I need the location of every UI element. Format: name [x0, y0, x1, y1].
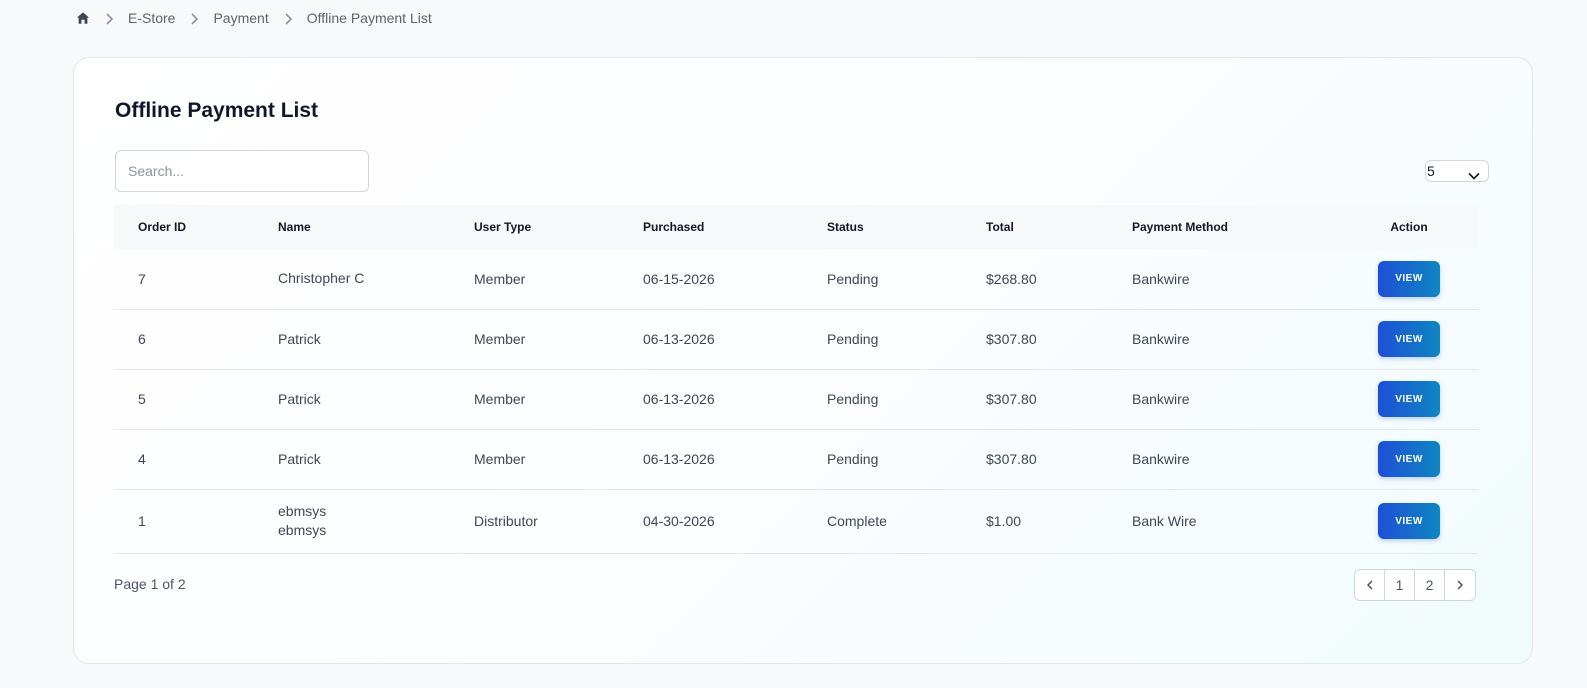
cell-name-line: Patrick: [278, 390, 321, 407]
chevron-left-icon: [1366, 580, 1373, 590]
table-row: 7 Christopher C Member 06-15-2026 Pendin…: [114, 249, 1478, 309]
cell-payment-method: Bankwire: [1132, 391, 1190, 407]
next-page-button[interactable]: [1445, 570, 1475, 600]
chevron-right-icon: [1457, 580, 1464, 590]
header-purchased[interactable]: Purchased: [643, 205, 827, 249]
cell-user-type: Member: [474, 391, 526, 407]
cell-user-type: Member: [474, 270, 526, 287]
page-title: Offline Payment List: [115, 99, 319, 122]
cell-action: VIEW: [1340, 369, 1478, 429]
cell-payment-method: Bankwire: [1132, 331, 1190, 347]
cell-name-line: ebmsys: [278, 522, 327, 538]
cell-name: Christopher C: [278, 249, 474, 309]
cell-name: Patrick: [278, 309, 474, 369]
cell-payment-method: Bank Wire: [1132, 513, 1197, 529]
page-button-2[interactable]: 2: [1415, 570, 1445, 600]
per-page-select[interactable]: 5: [1425, 160, 1489, 182]
payment-list-card: Offline Payment List 5 Order ID Name Use…: [73, 57, 1533, 664]
table-row: 1 ebmsys ebmsys Distributor 04-30-2026 C…: [114, 489, 1478, 553]
cell-order-id: 1: [138, 513, 146, 529]
cell-order-id: 7: [138, 270, 146, 287]
cell-name-line: Christopher C: [278, 270, 365, 287]
breadcrumb-item-estore[interactable]: E-Store: [128, 10, 175, 26]
table-row: 4 Patrick Member 06-13-2026 Pending $307…: [114, 429, 1478, 489]
cell-name: Patrick: [278, 429, 474, 489]
header-status[interactable]: Status: [827, 205, 986, 249]
cell-total: $268.80: [986, 270, 1037, 287]
pagination-info: Page 1 of 2: [114, 576, 186, 592]
cell-purchased: 04-30-2026: [643, 513, 715, 529]
cell-order-id: 5: [138, 391, 146, 407]
per-page-value: 5: [1427, 163, 1435, 179]
prev-page-button[interactable]: [1355, 570, 1385, 600]
cell-total: $1.00: [986, 513, 1022, 529]
cell-status: Pending: [827, 391, 879, 407]
breadcrumb-item-payment[interactable]: Payment: [213, 10, 268, 26]
chevron-right-icon: [104, 12, 114, 25]
cell-purchased: 06-13-2026: [643, 451, 715, 467]
cell-action: VIEW: [1340, 249, 1478, 309]
cell-status: Complete: [827, 513, 887, 529]
cell-total: $307.80: [986, 451, 1037, 467]
header-user-type[interactable]: User Type: [474, 205, 643, 249]
cell-action: VIEW: [1340, 489, 1478, 553]
header-action: Action: [1390, 220, 1428, 234]
view-button[interactable]: VIEW: [1378, 381, 1440, 417]
table-header-row: Order ID Name User Type Purchased Status…: [114, 205, 1478, 249]
cell-name-line: Patrick: [278, 450, 321, 467]
view-button[interactable]: VIEW: [1378, 441, 1440, 477]
chevron-right-icon: [189, 12, 199, 25]
header-total[interactable]: Total: [986, 205, 1132, 249]
cell-payment-method: Bankwire: [1132, 451, 1190, 467]
cell-user-type: Member: [474, 451, 526, 467]
cell-status: Pending: [827, 331, 879, 347]
view-button[interactable]: VIEW: [1378, 503, 1440, 539]
cell-user-type: Member: [474, 331, 526, 347]
header-order-id[interactable]: Order ID: [114, 205, 278, 249]
cell-payment-method: Bankwire: [1132, 270, 1190, 287]
cell-name: ebmsys ebmsys: [278, 489, 474, 553]
cell-total: $307.80: [986, 391, 1037, 407]
chevron-right-icon: [283, 12, 293, 25]
breadcrumb-item-current: Offline Payment List: [306, 10, 432, 26]
search-input[interactable]: [115, 150, 369, 192]
pagination: 1 2: [1354, 569, 1476, 601]
cell-order-id: 6: [138, 331, 146, 347]
cell-status: Pending: [827, 451, 879, 467]
chevron-down-icon: [1468, 167, 1480, 180]
cell-purchased: 06-15-2026: [643, 270, 715, 287]
cell-action: VIEW: [1340, 429, 1478, 489]
header-name[interactable]: Name: [278, 205, 474, 249]
cell-action: VIEW: [1340, 309, 1478, 369]
cell-user-type: Distributor: [474, 513, 538, 529]
home-icon[interactable]: [76, 11, 90, 25]
table-row: 6 Patrick Member 06-13-2026 Pending $307…: [114, 309, 1478, 369]
cell-name-line: ebmsys: [278, 503, 327, 519]
view-button[interactable]: VIEW: [1378, 321, 1440, 357]
cell-purchased: 06-13-2026: [643, 391, 715, 407]
cell-order-id: 4: [138, 451, 146, 467]
view-button[interactable]: VIEW: [1378, 260, 1440, 297]
cell-name-line: Patrick: [278, 330, 321, 347]
payment-table: Order ID Name User Type Purchased Status…: [114, 205, 1478, 554]
table-row: 5 Patrick Member 06-13-2026 Pending $307…: [114, 369, 1478, 429]
page-button-1[interactable]: 1: [1385, 570, 1415, 600]
header-payment-method[interactable]: Payment Method: [1132, 205, 1340, 249]
cell-total: $307.80: [986, 331, 1037, 347]
cell-purchased: 06-13-2026: [643, 331, 715, 347]
breadcrumb: E-Store Payment Offline Payment List: [76, 9, 432, 27]
cell-status: Pending: [827, 270, 879, 287]
cell-name: Patrick: [278, 369, 474, 429]
